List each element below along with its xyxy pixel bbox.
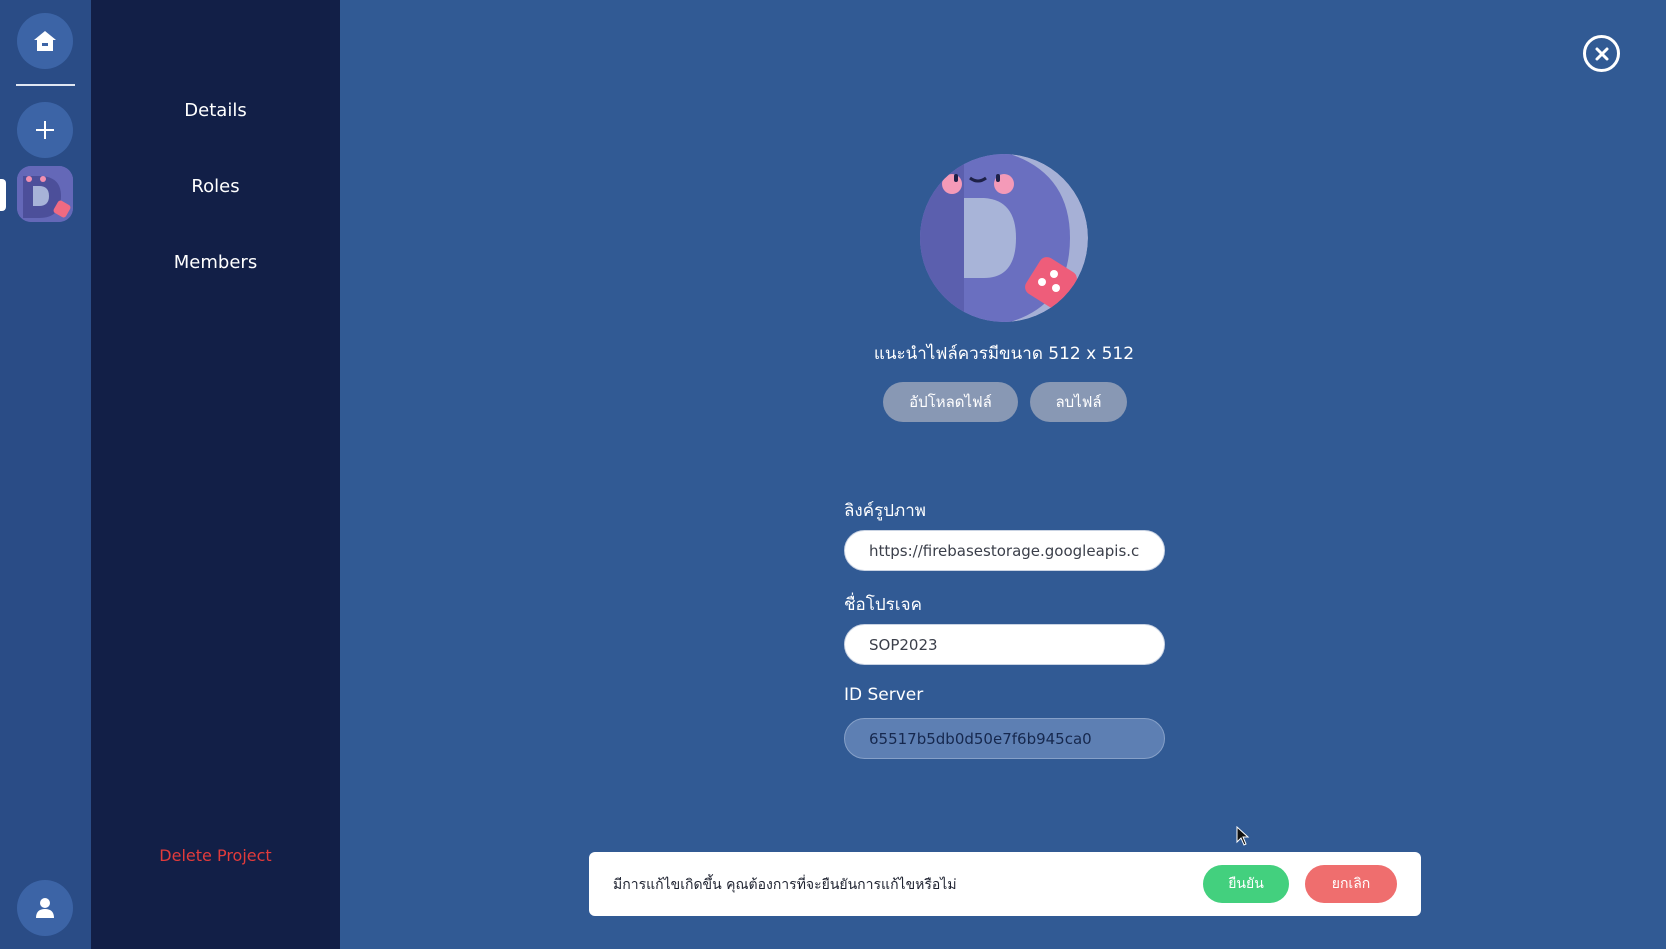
rail-divider — [16, 84, 75, 86]
add-server-button[interactable] — [17, 102, 73, 158]
sidebar-item-members[interactable]: Members — [91, 252, 340, 273]
upload-file-button[interactable]: อัปโหลดไฟล์ — [883, 382, 1018, 422]
server-rail — [0, 0, 91, 949]
confirm-changes-button[interactable]: ยืนยัน — [1203, 865, 1289, 903]
mouse-cursor-icon — [1236, 826, 1250, 846]
server-id-field — [844, 718, 1165, 759]
project-server-icon[interactable] — [17, 166, 73, 222]
project-name-input[interactable] — [844, 624, 1165, 665]
project-logo-icon — [920, 154, 1088, 322]
user-profile-button[interactable] — [17, 880, 73, 936]
image-url-label: ลิงค์รูปภาพ — [844, 501, 926, 521]
close-settings-button[interactable] — [1583, 35, 1620, 72]
unsaved-changes-bar: มีการแก้ไขเกิดขึ้น คุณต้องการที่จะยืนยัน… — [589, 852, 1421, 916]
sidebar-item-roles[interactable]: Roles — [91, 176, 340, 197]
cancel-changes-button[interactable]: ยกเลิก — [1305, 865, 1397, 903]
plus-icon — [36, 121, 54, 139]
close-icon — [1595, 47, 1608, 60]
home-button[interactable] — [17, 13, 73, 69]
server-id-label: ID Server — [844, 685, 924, 705]
image-url-input[interactable] — [844, 530, 1165, 571]
settings-sidebar: Details Roles Members Delete Project — [91, 0, 340, 949]
active-server-indicator — [0, 179, 6, 211]
remove-file-button[interactable]: ลบไฟล์ — [1030, 382, 1127, 422]
delete-project-button[interactable]: Delete Project — [91, 846, 340, 865]
image-size-hint: แนะนำไฟล์ควรมีขนาด 512 x 512 — [873, 344, 1135, 364]
unsaved-changes-message: มีการแก้ไขเกิดขึ้น คุณต้องการที่จะยืนยัน… — [613, 877, 957, 893]
project-logo-icon — [17, 166, 73, 222]
project-name-label: ชื่อโปรเจค — [844, 595, 922, 615]
user-icon — [36, 898, 54, 918]
sidebar-item-details[interactable]: Details — [91, 100, 340, 121]
home-icon — [34, 31, 56, 51]
project-avatar — [920, 154, 1088, 322]
